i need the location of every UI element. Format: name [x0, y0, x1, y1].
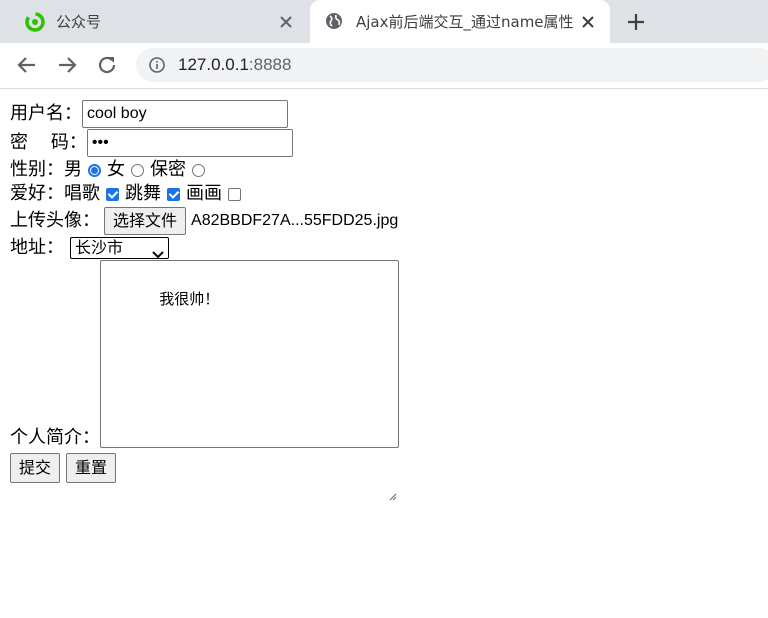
password-row: 密 码： •••	[10, 128, 399, 158]
tab-title: Ajax前后端交互_通过name属性	[356, 13, 574, 31]
gender-label: 性别：	[10, 159, 64, 180]
hobbies-label: 爱好：	[10, 183, 64, 204]
hobby-dance-checkbox[interactable]	[167, 187, 180, 201]
gender-option-female-label: 女	[107, 159, 125, 180]
wechat-logo-icon	[24, 11, 46, 33]
reset-button[interactable]: 重置	[66, 453, 117, 483]
hobby-paint-label: 画画	[186, 183, 222, 204]
tab-gongzhonghao[interactable]: 公众号	[0, 0, 308, 43]
username-row: 用户名： cool boy	[10, 100, 399, 128]
selected-file-name: A82BBDF27A...55FDD25.jpg	[191, 212, 399, 229]
address-bar[interactable]: 127.0.0.1:8888	[136, 48, 768, 82]
username-label: 用户名：	[10, 103, 82, 124]
address-selected-value: 长沙市	[75, 238, 124, 257]
address-label: 地址：	[10, 237, 64, 258]
bio-row: 个人简介： 我很帅！	[10, 260, 399, 501]
resize-grip-icon[interactable]	[387, 436, 397, 501]
reload-icon[interactable]	[94, 52, 120, 78]
close-tab-icon[interactable]	[274, 10, 298, 34]
tab-ajax[interactable]: Ajax前后端交互_通过name属性	[310, 0, 610, 43]
bio-label: 个人简介：	[10, 427, 100, 448]
actions-row: 提交 重置	[10, 452, 399, 484]
gender-option-male-label: 男	[64, 159, 82, 180]
url-port: :8888	[248, 55, 292, 74]
choose-file-button[interactable]: 选择文件	[104, 207, 187, 235]
password-label: 密 码：	[10, 132, 87, 153]
address-row: 地址： 长沙市	[10, 236, 399, 260]
bio-text: 我很帅！	[159, 290, 220, 308]
bio-textarea[interactable]: 我很帅！	[100, 260, 399, 501]
new-tab-plus-icon[interactable]	[622, 8, 650, 36]
user-form: 用户名： cool boy 密 码： ••• 性别： 男 女 保密 爱好： 唱歌…	[10, 100, 399, 501]
gender-secret-radio[interactable]	[192, 163, 205, 177]
gender-female-radio[interactable]	[131, 163, 144, 177]
gender-option-secret-label: 保密	[150, 159, 186, 180]
gender-row: 性别： 男 女 保密	[10, 158, 399, 182]
globe-icon	[324, 11, 346, 33]
tab-strip: 公众号 Ajax前后端交互_通过name属性	[0, 0, 768, 43]
username-input[interactable]: cool boy	[82, 100, 288, 128]
hobby-dance-label: 跳舞	[125, 183, 161, 204]
avatar-label: 上传头像：	[10, 210, 100, 231]
forward-arrow-icon[interactable]	[54, 52, 80, 78]
avatar-row: 上传头像： 选择文件 A82BBDF27A...55FDD25.jpg	[10, 206, 399, 236]
password-input[interactable]: •••	[86, 129, 293, 157]
info-icon[interactable]	[149, 57, 165, 73]
hobby-sing-label: 唱歌	[64, 183, 100, 204]
close-tab-icon[interactable]	[576, 10, 600, 34]
submit-button[interactable]: 提交	[10, 453, 61, 483]
hobby-sing-checkbox[interactable]	[106, 187, 119, 201]
chevron-down-icon	[152, 243, 164, 259]
gender-male-radio[interactable]	[88, 163, 101, 177]
address-select[interactable]: 长沙市	[70, 237, 169, 259]
url-host: 127.0.0.1	[178, 55, 249, 74]
url-text: 127.0.0.1:8888	[178, 55, 291, 75]
back-arrow-icon[interactable]	[14, 52, 40, 78]
tab-title: 公众号	[56, 13, 102, 31]
hobby-paint-checkbox[interactable]	[228, 187, 241, 201]
browser-toolbar: 127.0.0.1:8888	[0, 43, 768, 89]
hobbies-row: 爱好： 唱歌 跳舞 画画	[10, 182, 399, 206]
